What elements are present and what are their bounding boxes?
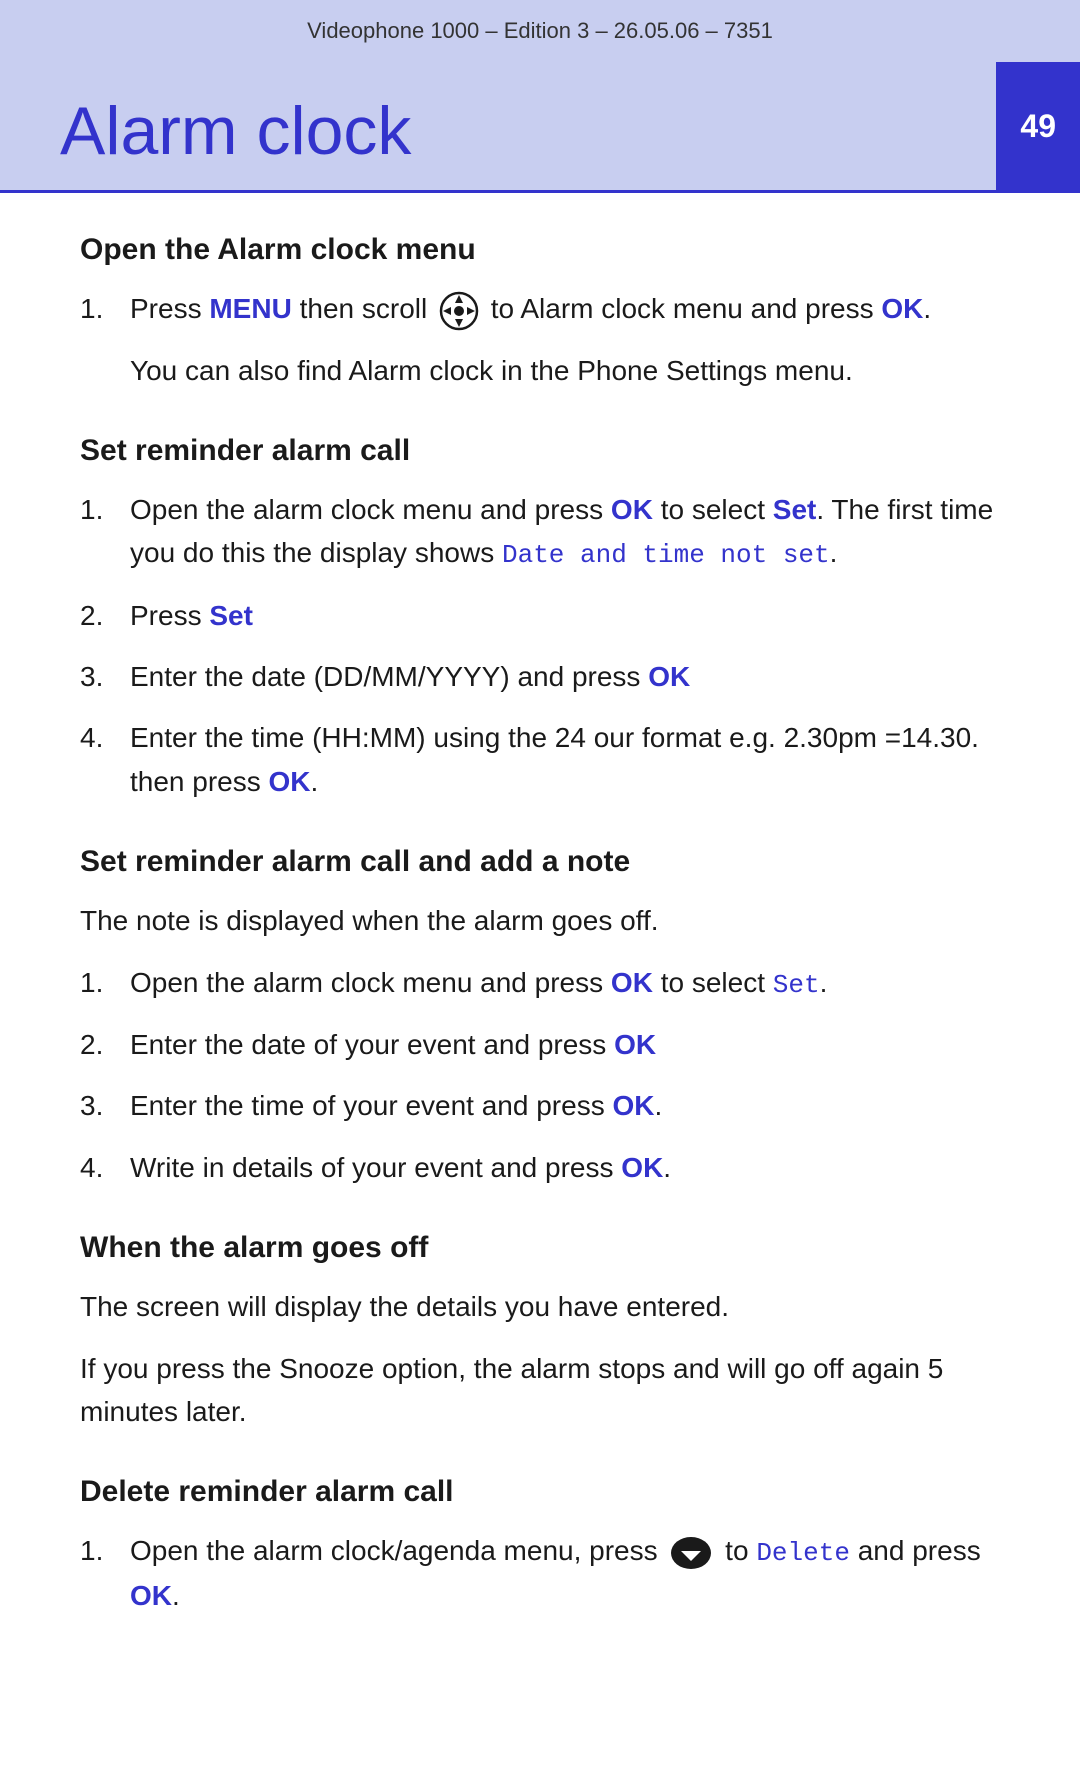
- delete-mono: Delete: [756, 1538, 850, 1568]
- section-heading-alarm-goes-off: When the alarm goes off: [80, 1231, 1000, 1265]
- alarm-para-1: The screen will display the details you …: [80, 1285, 1000, 1328]
- list-content: Enter the time (HH:MM) using the 24 our …: [130, 716, 1000, 803]
- list-number: 1.: [80, 488, 130, 531]
- list-item: 1. Press MENU then scroll to Alar: [80, 287, 1000, 331]
- set-keyword: Set: [209, 600, 253, 631]
- list-number: 4.: [80, 716, 130, 759]
- list-number: 1.: [80, 961, 130, 1004]
- section-heading-open-menu: Open the Alarm clock menu: [80, 233, 1000, 267]
- list-item: 1. Open the alarm clock/agenda menu, pre…: [80, 1529, 1000, 1617]
- list-item: 1. Open the alarm clock menu and press O…: [80, 961, 1000, 1005]
- title-section: Alarm clock 49: [0, 62, 1080, 193]
- list-number: 1.: [80, 287, 130, 330]
- ok-keyword: OK: [611, 967, 653, 998]
- section-set-reminder: Set reminder alarm call 1. Open the alar…: [80, 434, 1000, 803]
- header-bar: Videophone 1000 – Edition 3 – 26.05.06 –…: [0, 0, 1080, 193]
- set-reminder-note-list: 1. Open the alarm clock menu and press O…: [80, 961, 1000, 1189]
- display-text: Date and time not set: [502, 540, 830, 570]
- ok-keyword: OK: [611, 494, 653, 525]
- section-delete-reminder: Delete reminder alarm call 1. Open the a…: [80, 1475, 1000, 1617]
- list-number: 4.: [80, 1146, 130, 1189]
- set-mono: Set: [773, 970, 820, 1000]
- note-intro: The note is displayed when the alarm goe…: [80, 899, 1000, 942]
- list-item: 3. Enter the time of your event and pres…: [80, 1084, 1000, 1127]
- section-heading-delete-reminder: Delete reminder alarm call: [80, 1475, 1000, 1509]
- delete-reminder-list: 1. Open the alarm clock/agenda menu, pre…: [80, 1529, 1000, 1617]
- list-item: 1. Open the alarm clock menu and press O…: [80, 488, 1000, 576]
- header-meta: Videophone 1000 – Edition 3 – 26.05.06 –…: [0, 18, 1080, 62]
- section-alarm-goes-off: When the alarm goes off The screen will …: [80, 1231, 1000, 1433]
- list-number: 3.: [80, 655, 130, 698]
- section-set-reminder-note: Set reminder alarm call and add a note T…: [80, 845, 1000, 1189]
- arrow-down-icon: [669, 1535, 713, 1571]
- list-content: Open the alarm clock menu and press OK t…: [130, 961, 1000, 1005]
- list-content: Open the alarm clock/agenda menu, press …: [130, 1529, 1000, 1617]
- list-content: Press MENU then scroll to Alarm clock me…: [130, 287, 1000, 331]
- alarm-para-2: If you press the Snooze option, the alar…: [80, 1347, 1000, 1434]
- page-title: Alarm clock: [60, 92, 411, 170]
- section-heading-set-reminder: Set reminder alarm call: [80, 434, 1000, 468]
- list-content: Open the alarm clock menu and press OK t…: [130, 488, 1000, 576]
- ok-keyword: OK: [614, 1029, 656, 1060]
- list-number: 2.: [80, 1023, 130, 1066]
- section-open-menu: Open the Alarm clock menu 1. Press MENU …: [80, 233, 1000, 392]
- list-content: Press Set: [130, 594, 1000, 637]
- ok-keyword: OK: [881, 293, 923, 324]
- set-reminder-list: 1. Open the alarm clock menu and press O…: [80, 488, 1000, 803]
- set-keyword: Set: [773, 494, 817, 525]
- ok-keyword: OK: [648, 661, 690, 692]
- list-item: 4. Write in details of your event and pr…: [80, 1146, 1000, 1189]
- list-number: 2.: [80, 594, 130, 637]
- list-item: 3. Enter the date (DD/MM/YYYY) and press…: [80, 655, 1000, 698]
- list-content: Enter the time of your event and press O…: [130, 1084, 1000, 1127]
- ok-keyword: OK: [621, 1152, 663, 1183]
- list-content: Write in details of your event and press…: [130, 1146, 1000, 1189]
- open-menu-list: 1. Press MENU then scroll to Alar: [80, 287, 1000, 331]
- open-menu-extra: You can also find Alarm clock in the Pho…: [80, 349, 1000, 392]
- page-number: 49: [996, 62, 1080, 190]
- list-number: 3.: [80, 1084, 130, 1127]
- list-number: 1.: [80, 1529, 130, 1572]
- ok-keyword: OK: [130, 1580, 172, 1611]
- ok-keyword: OK: [269, 766, 311, 797]
- list-item: 2. Press Set: [80, 594, 1000, 637]
- section-heading-set-reminder-note: Set reminder alarm call and add a note: [80, 845, 1000, 879]
- menu-keyword: MENU: [209, 293, 291, 324]
- list-content: Enter the date of your event and press O…: [130, 1023, 1000, 1066]
- scroll-nav-icon: [439, 291, 479, 331]
- ok-keyword: OK: [612, 1090, 654, 1121]
- list-content: Enter the date (DD/MM/YYYY) and press OK: [130, 655, 1000, 698]
- list-item: 2. Enter the date of your event and pres…: [80, 1023, 1000, 1066]
- content-area: Open the Alarm clock menu 1. Press MENU …: [0, 193, 1080, 1719]
- list-item: 4. Enter the time (HH:MM) using the 24 o…: [80, 716, 1000, 803]
